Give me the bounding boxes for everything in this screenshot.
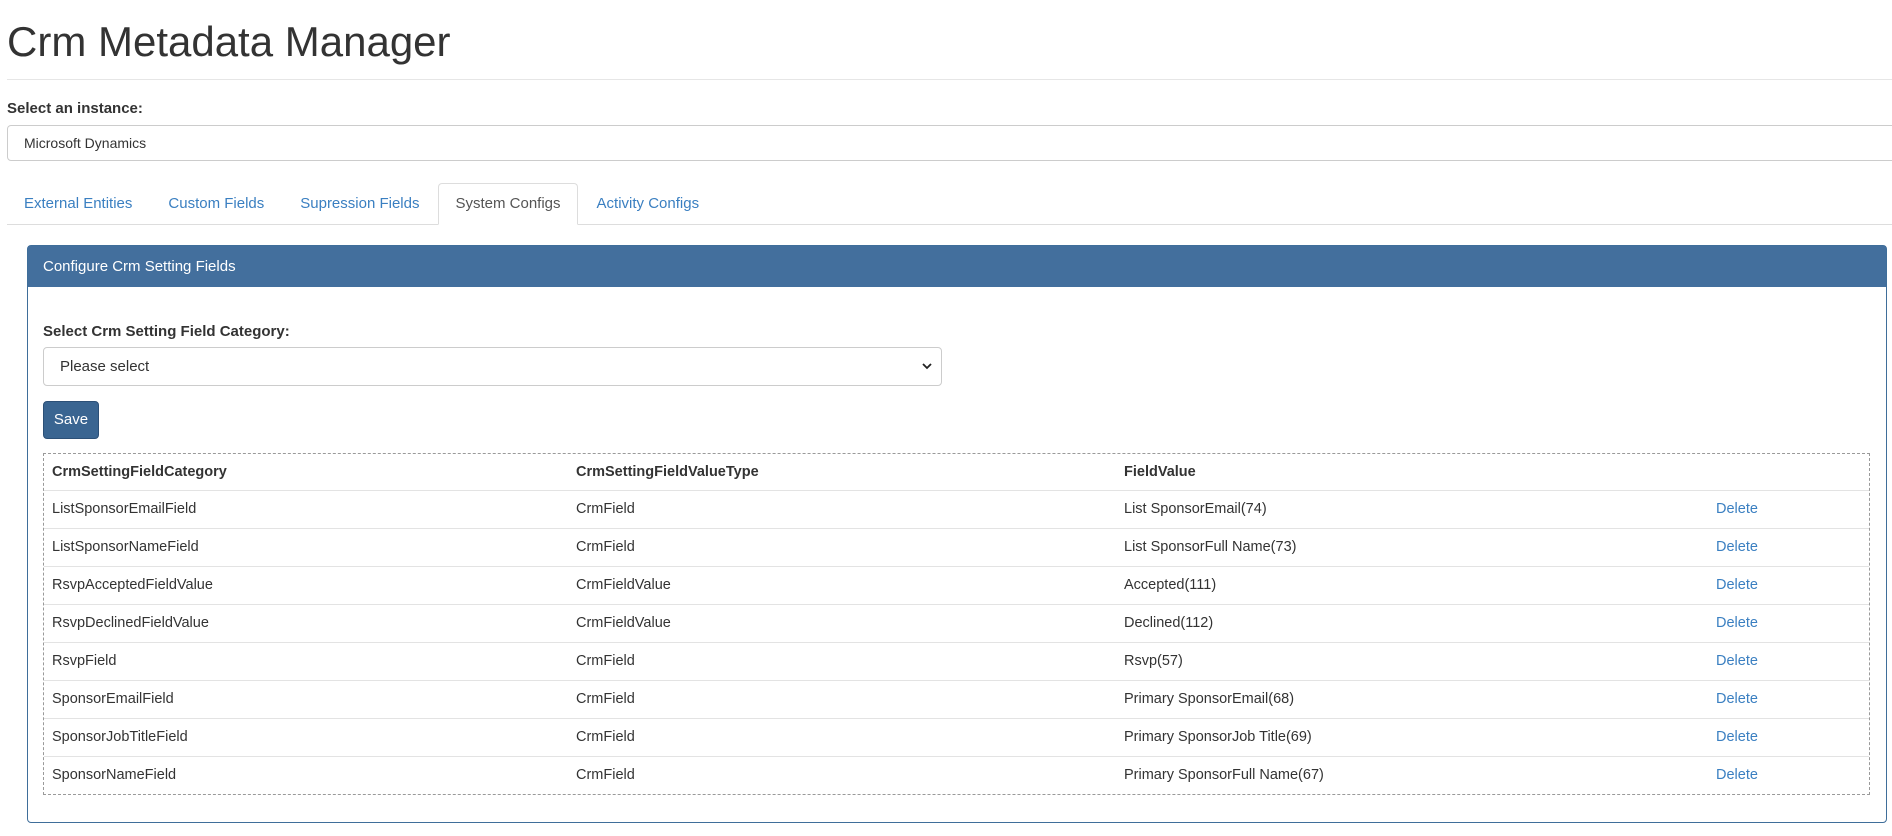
table-row: RsvpField CrmField Rsvp(57) Delete (44, 642, 1869, 680)
cell-field-value: Primary SponsorEmail(68) (1124, 691, 1295, 707)
cell-value-type: CrmField (576, 691, 635, 707)
cell-field-value: Declined(112) (1124, 615, 1214, 631)
category-label: Select Crm Setting Field Category: (43, 323, 290, 340)
category-select-value: Please select (60, 358, 150, 375)
cell-field-value: Primary SponsorFull Name(67) (1124, 767, 1324, 783)
table-row: ListSponsorEmailField CrmField List Spon… (44, 490, 1869, 528)
category-select[interactable]: Please select (43, 347, 942, 386)
column-header-field-value: FieldValue (1124, 464, 1196, 480)
settings-panel: Configure Crm Setting Fields Select Crm … (27, 245, 1887, 823)
tab-activity-configs[interactable]: Activity Configs (580, 183, 717, 224)
table-row: SponsorNameField CrmField Primary Sponso… (44, 756, 1869, 794)
cell-field-value: Rsvp(57) (1124, 653, 1183, 669)
title-divider (7, 79, 1892, 80)
table-row: SponsorEmailField CrmField Primary Spons… (44, 680, 1869, 718)
cell-category: ListSponsorNameField (52, 539, 199, 555)
cell-value-type: CrmField (576, 729, 635, 745)
cell-category: SponsorNameField (52, 767, 177, 783)
column-header-value-type: CrmSettingFieldValueType (576, 464, 759, 480)
delete-link[interactable]: Delete (1716, 681, 1758, 718)
settings-table: CrmSettingFieldCategory CrmSettingFieldV… (43, 453, 1870, 795)
cell-field-value: List SponsorFull Name(73) (1124, 539, 1297, 555)
chevron-down-icon (921, 348, 933, 400)
delete-link[interactable]: Delete (1716, 719, 1758, 756)
column-header-category: CrmSettingFieldCategory (52, 464, 227, 480)
table-row: RsvpAcceptedFieldValue CrmFieldValue Acc… (44, 566, 1869, 604)
tab-bar: External Entities Custom Fields Supressi… (7, 183, 1892, 225)
delete-link[interactable]: Delete (1716, 643, 1758, 680)
tab-custom-fields[interactable]: Custom Fields (151, 183, 281, 224)
table-row: ListSponsorNameField CrmField List Spons… (44, 528, 1869, 566)
cell-value-type: CrmField (576, 653, 635, 669)
page-title: Crm Metadata Manager (7, 18, 451, 65)
delete-link[interactable]: Delete (1716, 529, 1758, 566)
cell-field-value: List SponsorEmail(74) (1124, 501, 1267, 517)
cell-category: SponsorJobTitleField (52, 729, 188, 745)
save-button[interactable]: Save (43, 401, 99, 439)
tab-supression-fields[interactable]: Supression Fields (283, 183, 436, 224)
tab-system-configs[interactable]: System Configs (438, 183, 578, 225)
delete-link[interactable]: Delete (1716, 491, 1758, 528)
cell-category: SponsorEmailField (52, 691, 174, 707)
cell-category: RsvpDeclinedFieldValue (52, 615, 209, 631)
cell-value-type: CrmField (576, 539, 635, 555)
instance-select[interactable]: Microsoft Dynamics (7, 125, 1892, 161)
delete-link[interactable]: Delete (1716, 567, 1758, 604)
instance-label: Select an instance: (7, 100, 143, 117)
cell-field-value: Primary SponsorJob Title(69) (1124, 729, 1312, 745)
cell-value-type: CrmField (576, 501, 635, 517)
tab-external-entities[interactable]: External Entities (7, 183, 149, 224)
cell-value-type: CrmField (576, 767, 635, 783)
cell-category: RsvpField (52, 653, 117, 669)
cell-value-type: CrmFieldValue (576, 615, 671, 631)
cell-category: ListSponsorEmailField (52, 501, 197, 517)
table-header: CrmSettingFieldCategory CrmSettingFieldV… (44, 454, 1869, 490)
cell-category: RsvpAcceptedFieldValue (52, 577, 213, 593)
delete-link[interactable]: Delete (1716, 605, 1758, 642)
cell-field-value: Accepted(111) (1124, 577, 1217, 593)
delete-link[interactable]: Delete (1716, 757, 1758, 794)
table-row: RsvpDeclinedFieldValue CrmFieldValue Dec… (44, 604, 1869, 642)
cell-value-type: CrmFieldValue (576, 577, 671, 593)
table-row: SponsorJobTitleField CrmField Primary Sp… (44, 718, 1869, 756)
panel-heading: Configure Crm Setting Fields (28, 246, 1886, 287)
